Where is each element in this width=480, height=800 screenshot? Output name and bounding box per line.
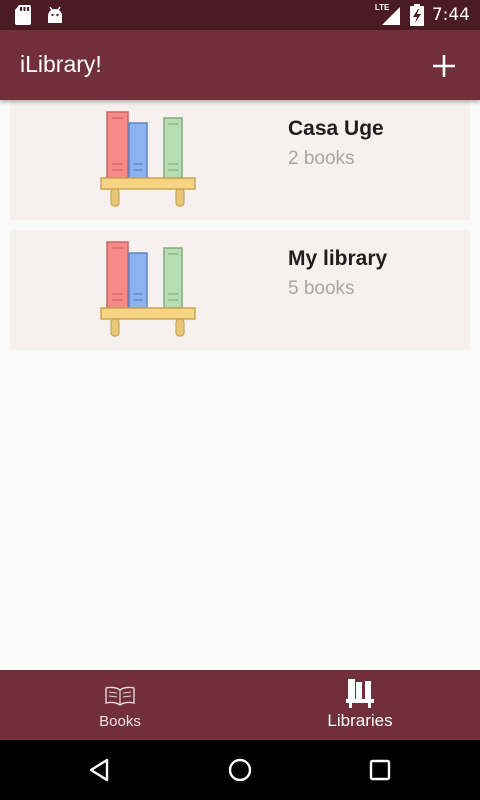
library-book-count: 2 books xyxy=(288,148,355,169)
open-book-icon xyxy=(105,686,135,706)
bookshelf-icon xyxy=(100,111,196,207)
library-list: Casa Uge 2 books My library 5 books xyxy=(0,100,480,670)
recents-icon xyxy=(369,759,391,781)
home-button[interactable] xyxy=(225,755,255,785)
library-card[interactable]: Casa Uge 2 books xyxy=(10,100,470,220)
system-navigation-bar xyxy=(0,740,480,800)
library-icon xyxy=(346,679,374,708)
bottom-navigation: Books Libraries xyxy=(0,670,480,740)
nav-tab-libraries-label: Libraries xyxy=(327,711,393,730)
nav-tab-books-label: Books xyxy=(99,713,141,730)
home-icon xyxy=(228,758,252,782)
bookshelf-icon xyxy=(100,241,196,337)
recents-button[interactable] xyxy=(365,755,395,785)
library-book-count: 5 books xyxy=(288,278,355,299)
add-library-button[interactable] xyxy=(428,50,460,82)
nav-tab-books[interactable]: Books xyxy=(0,670,240,740)
status-bar: LTE 7:44 xyxy=(0,0,480,30)
back-icon xyxy=(89,758,109,782)
signal-icon: LTE xyxy=(375,3,402,26)
status-time: 7:44 xyxy=(431,5,470,25)
library-name: My library xyxy=(288,247,388,270)
android-icon xyxy=(48,6,62,23)
nav-tab-libraries[interactable]: Libraries xyxy=(240,670,480,740)
library-card[interactable]: My library 5 books xyxy=(10,230,470,350)
app-title: iLibrary! xyxy=(20,51,102,77)
app-bar: iLibrary! xyxy=(0,30,480,100)
plus-icon xyxy=(433,55,455,77)
battery-charging-icon xyxy=(409,4,424,26)
library-name: Casa Uge xyxy=(288,117,384,140)
back-button[interactable] xyxy=(85,755,115,785)
sd-card-icon xyxy=(15,5,31,25)
